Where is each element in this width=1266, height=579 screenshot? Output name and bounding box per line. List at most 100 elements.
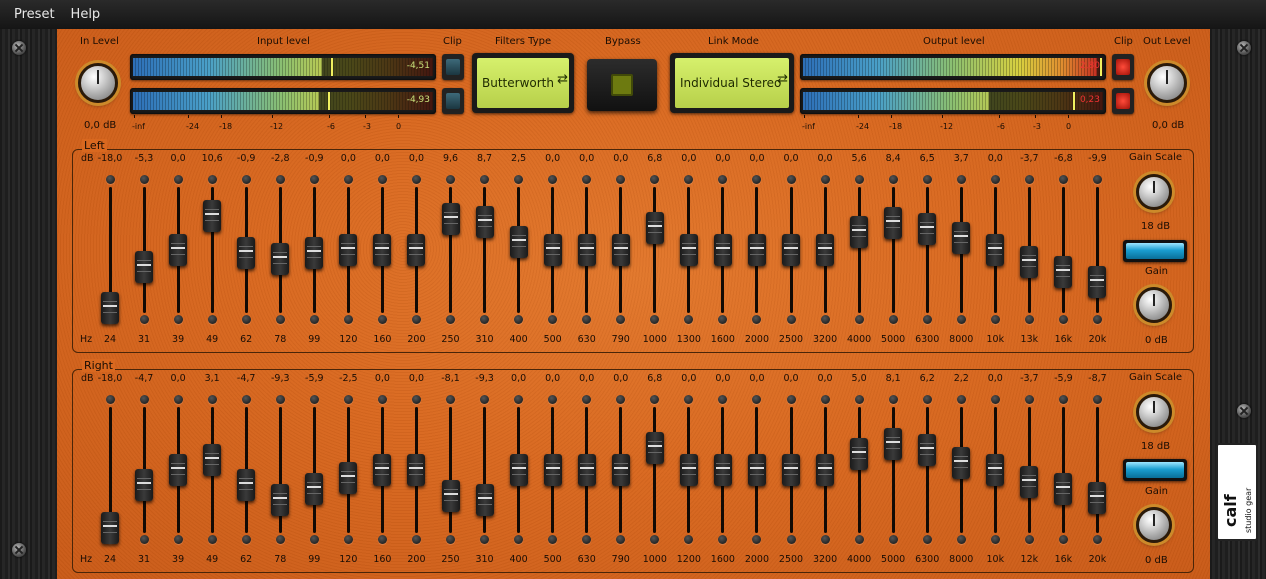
band-slider-thumb[interactable] [747,234,766,266]
right-gain-scale-button[interactable] [1123,459,1187,481]
menu-help[interactable]: Help [63,7,109,22]
band-slider-thumb[interactable] [305,236,324,269]
output-clip-right-button[interactable] [1112,88,1134,114]
band-slider-thumb[interactable] [135,251,154,284]
band-slider-track[interactable] [1061,407,1065,533]
band-slider-track[interactable] [312,407,316,533]
out-level-knob[interactable] [1147,63,1187,103]
band-gain-value: 5,6 [851,153,867,164]
band-slider-thumb[interactable] [1054,255,1073,288]
band-slider-thumb[interactable] [645,212,664,245]
band-slider-thumb[interactable] [713,234,732,266]
input-level-label: Input level [257,36,310,47]
band-slider-thumb[interactable] [952,222,971,255]
band-slider-thumb[interactable] [339,462,358,495]
band-slider-thumb[interactable] [1020,465,1039,498]
band-slider-thumb[interactable] [986,454,1005,486]
band-slider-thumb[interactable] [101,292,119,324]
band-slider-thumb[interactable] [543,234,562,266]
band-slider-thumb[interactable] [509,454,528,486]
band-slider-thumb[interactable] [543,454,562,486]
band-slider-thumb[interactable] [203,199,222,232]
band-slider-thumb[interactable] [237,236,256,269]
band-slider-thumb[interactable] [782,454,800,486]
in-level-knob[interactable] [78,63,118,103]
band-slider-track[interactable] [653,407,657,533]
band-slider-thumb[interactable] [441,480,460,513]
bypass-button[interactable] [587,59,657,111]
band-top-led [956,175,966,184]
band-slider-thumb[interactable] [475,483,494,516]
band-slider-thumb[interactable] [305,473,324,505]
band-slider-thumb[interactable] [850,437,869,470]
band-slider-thumb[interactable] [884,206,903,239]
band-slider-thumb[interactable] [101,512,119,544]
band-slider-track[interactable] [925,407,929,533]
band-slider-track[interactable] [891,187,895,313]
meter-tick-mark [999,115,1000,118]
band-slider-track[interactable] [449,407,452,533]
band-slider-thumb[interactable] [816,454,835,486]
right-db-unit: dB [81,373,94,384]
band-slider-thumb[interactable] [1054,473,1073,505]
band-slider-thumb[interactable] [169,454,188,486]
band-slider-thumb[interactable] [918,434,937,467]
filters-type-selector[interactable]: Butterworth ⇄ [472,53,574,113]
left-gain-scale-button[interactable] [1123,240,1187,262]
band-slider-thumb[interactable] [952,446,971,479]
band-slider-track[interactable] [1095,407,1099,533]
link-mode-selector[interactable]: Individual Stereo ⇄ [670,53,794,113]
band-slider-thumb[interactable] [816,234,835,266]
band-slider-thumb[interactable] [611,454,630,486]
right-gain-knob[interactable] [1136,507,1172,543]
band-slider-thumb[interactable] [577,454,596,486]
band-slider-thumb[interactable] [475,205,494,238]
band-gain-value: -9,3 [475,373,494,384]
band-slider-track[interactable] [1061,187,1065,313]
band-slider-thumb[interactable] [203,444,222,476]
band-slider-thumb[interactable] [918,213,937,246]
input-clip-right-button[interactable] [442,88,464,114]
left-gain-scale-knob[interactable] [1136,174,1172,210]
band-slider-thumb[interactable] [407,234,426,266]
band-slider-thumb[interactable] [850,215,869,248]
band-slider-thumb[interactable] [884,427,903,460]
band-slider-thumb[interactable] [271,243,290,276]
band-slider-thumb[interactable] [1088,482,1107,515]
menu-preset[interactable]: Preset [6,7,63,22]
left-gain-knob[interactable] [1136,287,1172,323]
band-top-led [1092,175,1102,184]
band-slider-thumb[interactable] [1020,245,1039,278]
band-slider-thumb[interactable] [271,483,290,516]
band-slider-thumb[interactable] [237,469,256,502]
band-slider-thumb[interactable] [1088,265,1107,298]
band-frequency-label: 4000 [847,334,872,345]
band-slider-thumb[interactable] [509,225,528,258]
band-slider-thumb[interactable] [611,234,630,266]
band-slider-thumb[interactable] [713,454,732,486]
band-slider-thumb[interactable] [373,234,392,266]
band-slider-thumb[interactable] [679,234,698,266]
band-slider-thumb[interactable] [577,234,596,266]
band-slider-thumb[interactable] [645,432,664,465]
band-slider-thumb[interactable] [135,469,154,502]
band-slider-thumb[interactable] [339,234,358,266]
band-slider-thumb[interactable] [782,234,800,266]
band-slider-thumb[interactable] [986,234,1005,266]
band-slider-track[interactable] [142,187,146,313]
band-slider-thumb[interactable] [373,454,392,486]
band-slider-track[interactable] [857,407,861,533]
band-slider-track[interactable] [857,187,861,313]
band-slider-track[interactable] [891,407,895,533]
band-top-led [411,395,421,404]
band-slider-thumb[interactable] [747,454,766,486]
band-slider-thumb[interactable] [407,454,426,486]
band-slider-thumb[interactable] [441,203,460,236]
band-slider-track[interactable] [653,187,657,313]
output-clip-left-button[interactable] [1112,54,1134,80]
right-gain-scale-knob[interactable] [1136,394,1172,430]
band-slider-thumb[interactable] [169,234,188,266]
input-clip-left-button[interactable] [442,54,464,80]
band-slider-thumb[interactable] [679,454,698,486]
band-slider-track[interactable] [925,187,929,313]
